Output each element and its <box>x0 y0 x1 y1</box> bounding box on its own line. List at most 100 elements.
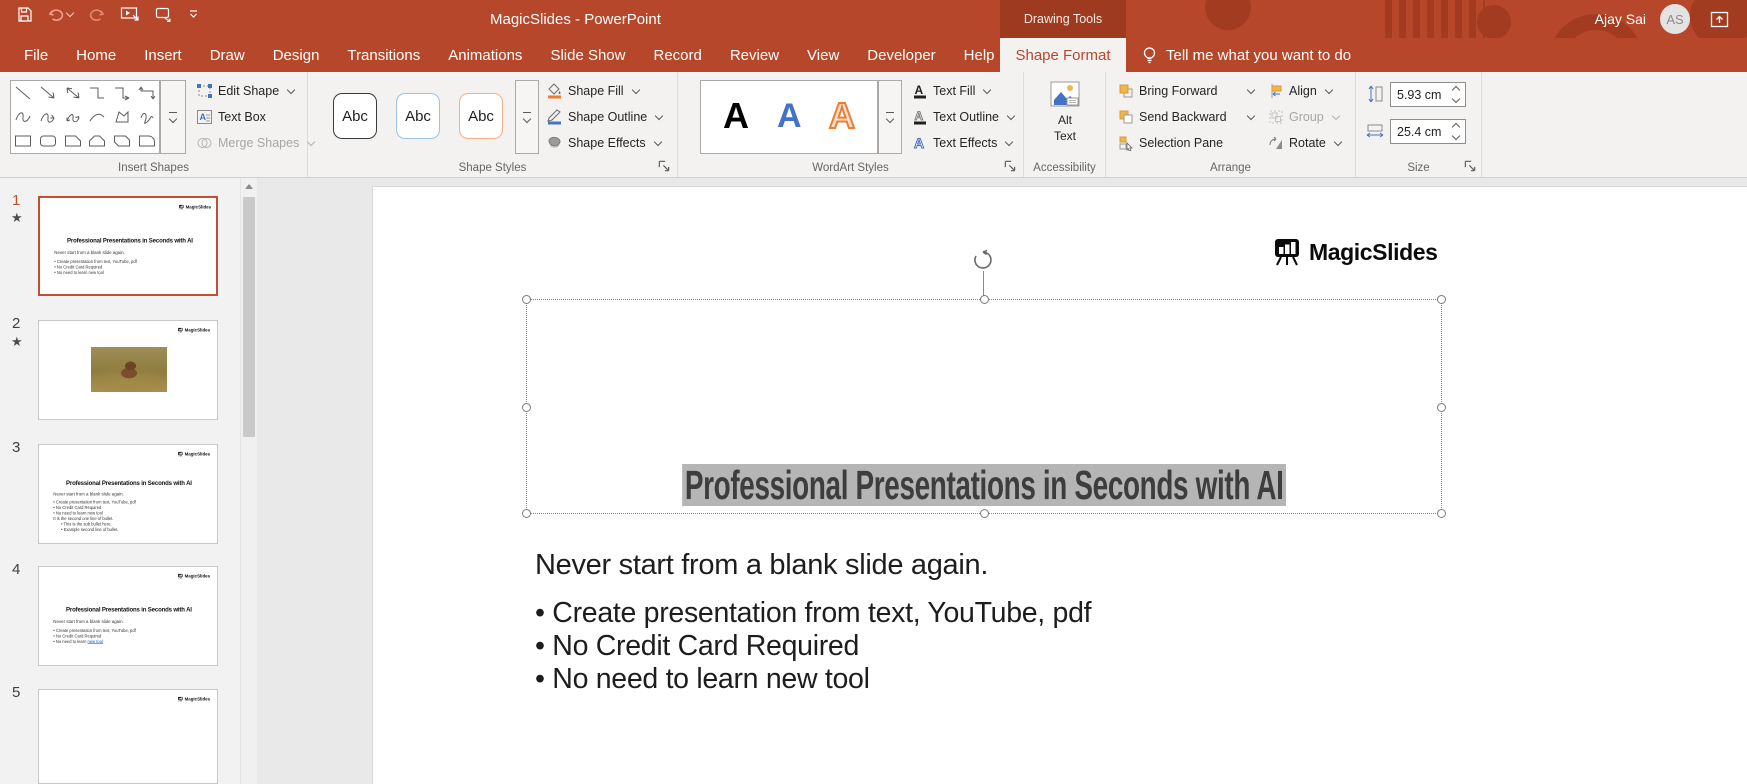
shape-freeform-curve-icon[interactable] <box>85 105 110 129</box>
start-slideshow-button[interactable] <box>120 6 140 23</box>
shape-style-preview-1[interactable]: Abc <box>333 93 377 139</box>
shape-elbow-double-arrow-icon[interactable] <box>134 81 159 105</box>
slide-bullet[interactable]: • No Credit Card Required <box>535 630 1091 663</box>
merge-shapes-button[interactable]: Merge Shapes <box>196 132 316 154</box>
selection-pane-button[interactable]: Selection Pane <box>1118 132 1223 154</box>
mini-hyperlink[interactable]: new tool <box>88 639 103 644</box>
edit-shape-button[interactable]: Edit Shape <box>196 80 296 102</box>
tab-review[interactable]: Review <box>716 38 793 72</box>
slide-thumbnail-2[interactable]: MagicSlides <box>38 320 218 420</box>
tab-record[interactable]: Record <box>639 38 715 72</box>
wordart-style-orange-outline[interactable]: A <box>828 94 856 137</box>
resize-handle-top-left[interactable] <box>522 295 531 304</box>
bring-forward-button[interactable]: Bring Forward <box>1118 80 1256 102</box>
drawing-tools-context-label[interactable]: Drawing Tools <box>1000 0 1126 38</box>
tab-design[interactable]: Design <box>259 38 334 72</box>
slide-editing-surface[interactable]: MagicSlides Professional Presentations i… <box>373 187 1747 784</box>
dialog-launcher-icon[interactable] <box>657 159 671 173</box>
customize-qat-button[interactable] <box>189 10 198 19</box>
wordart-gallery[interactable]: A A A <box>700 80 878 154</box>
shape-width-input[interactable] <box>1391 123 1451 140</box>
alt-text-button[interactable]: Alt Text <box>1038 80 1092 144</box>
scrollbar-thumb[interactable] <box>243 197 255 437</box>
shape-rounded-rectangle-icon[interactable] <box>36 129 61 153</box>
text-outline-button[interactable]: A Text Outline <box>912 106 1016 128</box>
tab-slide-show[interactable]: Slide Show <box>536 38 639 72</box>
slide-thumbnail-3[interactable]: MagicSlides Professional Presentations i… <box>38 444 218 544</box>
shape-height-field[interactable] <box>1390 82 1466 107</box>
next-slide-button[interactable] <box>155 7 174 23</box>
tab-developer[interactable]: Developer <box>853 38 949 72</box>
shape-fill-button[interactable]: Shape Fill <box>546 80 640 102</box>
dialog-launcher-icon[interactable] <box>1003 159 1017 173</box>
tab-transitions[interactable]: Transitions <box>333 38 434 72</box>
resize-handle-middle-left[interactable] <box>522 402 531 412</box>
shape-snip-diagonal-rectangle-icon[interactable] <box>110 129 135 153</box>
wordart-style-black[interactable]: A <box>723 95 749 137</box>
tab-view[interactable]: View <box>793 38 853 72</box>
shapes-gallery[interactable] <box>10 80 160 154</box>
shape-style-preview-2[interactable]: Abc <box>396 93 440 139</box>
resize-handle-top-right[interactable] <box>1437 295 1446 304</box>
rotate-handle-icon[interactable] <box>971 249 995 273</box>
rotate-button[interactable]: Rotate <box>1268 132 1343 154</box>
slide-title-text-selected[interactable]: Professional Presentations in Seconds wi… <box>681 464 1287 506</box>
send-backward-button[interactable]: Send Backward <box>1118 106 1256 128</box>
shape-double-arrow-icon[interactable] <box>60 81 85 105</box>
slide-subtitle[interactable]: Never start from a blank slide again. <box>535 549 988 582</box>
shape-effects-button[interactable]: Shape Effects <box>546 132 662 154</box>
tell-me-box[interactable]: Tell me what you want to do <box>1142 38 1351 72</box>
shape-scribble-icon[interactable] <box>134 105 159 129</box>
resize-handle-bottom-left[interactable] <box>522 509 531 518</box>
resize-handle-bottom-right[interactable] <box>1437 509 1446 518</box>
slide-bullet[interactable]: • No need to learn new tool <box>535 663 1091 696</box>
shape-curved-double-arrow-icon[interactable] <box>60 105 85 129</box>
resize-handle-top-center[interactable] <box>980 295 989 304</box>
avatar[interactable]: AS <box>1660 4 1690 34</box>
shape-rectangle-icon[interactable] <box>11 129 36 153</box>
shape-style-preview-3[interactable]: Abc <box>459 93 503 139</box>
slide-title[interactable]: Professional Presentations in Seconds wi… <box>526 464 1442 506</box>
shape-styles-more-button[interactable] <box>515 80 539 154</box>
animation-star-icon[interactable]: ★ <box>11 334 23 350</box>
save-button[interactable] <box>16 6 33 23</box>
shape-round-corner-rectangle-icon[interactable] <box>134 129 159 153</box>
wordart-style-blue[interactable]: A <box>777 97 802 136</box>
tab-shape-format[interactable]: Shape Format <box>1000 38 1126 72</box>
shape-curved-arrow-icon[interactable] <box>36 105 61 129</box>
tab-file[interactable]: File <box>10 38 62 72</box>
scrollbar-up-button[interactable] <box>241 178 257 195</box>
shape-elbow-connector-icon[interactable] <box>85 81 110 105</box>
shape-arrow-icon[interactable] <box>36 81 61 105</box>
animation-star-icon[interactable]: ★ <box>11 210 23 226</box>
tab-insert[interactable]: Insert <box>130 38 196 72</box>
shape-line-icon[interactable] <box>11 81 36 105</box>
wordart-more-button[interactable] <box>878 80 902 154</box>
slide-thumbnail-4[interactable]: MagicSlides Professional Presentations i… <box>38 566 218 666</box>
shape-curve-icon[interactable] <box>11 105 36 129</box>
shape-width-field[interactable] <box>1390 119 1466 144</box>
text-fill-button[interactable]: A Text Fill <box>912 80 992 102</box>
resize-handle-bottom-center[interactable] <box>980 509 989 518</box>
width-spinner[interactable] <box>1451 122 1461 141</box>
height-spinner[interactable] <box>1451 85 1461 104</box>
redo-button[interactable] <box>88 7 105 22</box>
shape-snip-corner-rectangle-icon[interactable] <box>60 129 85 153</box>
tab-home[interactable]: Home <box>62 38 130 72</box>
slide-bullet[interactable]: • Create presentation from text, YouTube… <box>535 597 1092 630</box>
tab-draw[interactable]: Draw <box>196 38 259 72</box>
thumbnail-scrollbar[interactable] <box>240 178 257 784</box>
shape-outline-button[interactable]: Shape Outline <box>546 106 664 128</box>
dialog-launcher-icon[interactable] <box>1463 159 1477 173</box>
shape-snip-same-side-rectangle-icon[interactable] <box>85 129 110 153</box>
text-box-button[interactable]: A Text Box <box>196 106 266 128</box>
shape-height-input[interactable] <box>1391 86 1451 103</box>
slide-bullet-list[interactable]: • Create presentation from text, YouTube… <box>535 597 1092 696</box>
ribbon-display-options-icon[interactable] <box>1710 11 1729 28</box>
tab-animations[interactable]: Animations <box>434 38 536 72</box>
shape-freeform-icon[interactable] <box>110 105 135 129</box>
shape-elbow-arrow-icon[interactable] <box>110 81 135 105</box>
align-button[interactable]: Align <box>1268 80 1334 102</box>
text-effects-button[interactable]: A Text Effects <box>912 132 1014 154</box>
slide-thumbnail-1[interactable]: MagicSlides Professional Presentations i… <box>38 196 218 296</box>
